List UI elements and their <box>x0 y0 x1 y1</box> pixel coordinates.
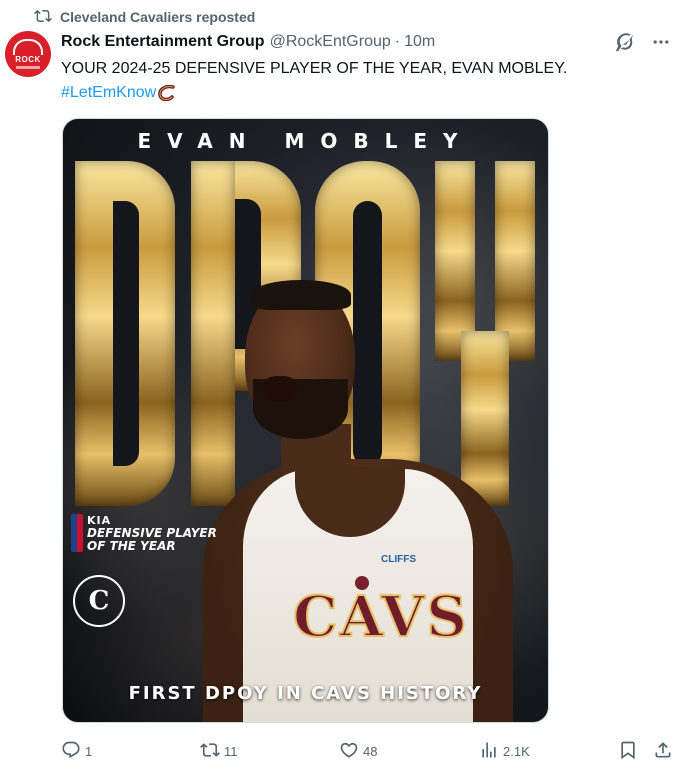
avatar[interactable]: ROCK <box>5 31 51 77</box>
cavs-logo-icon: C <box>73 575 125 627</box>
jersey-wordmark: CAVS <box>292 583 469 651</box>
team-mark: C <box>88 586 110 616</box>
repost-count: 11 <box>224 744 238 759</box>
reply-button[interactable]: 1 <box>61 740 92 763</box>
cavs-emoji-icon <box>157 84 177 101</box>
letter-d <box>75 161 175 506</box>
reply-icon <box>61 740 81 763</box>
tweet-action-bar: 1 11 48 2.1K <box>61 738 676 766</box>
views-count: 2.1K <box>503 744 530 759</box>
tweet-header: Rock Entertainment Group @RockEntGroup ·… <box>61 31 435 53</box>
analytics-icon <box>479 740 499 763</box>
reply-count: 1 <box>85 744 93 759</box>
avatar-text: ROCK <box>15 55 41 64</box>
bookmark-button[interactable] <box>618 740 638 763</box>
views-button[interactable]: 2.1K <box>479 740 530 763</box>
tweet-media-image[interactable]: EVAN MOBLEY CLIFFS CAVS KIA DEFENSIVE PL… <box>62 118 549 723</box>
author-name[interactable]: Rock Entertainment Group <box>61 33 265 51</box>
repost-icon <box>34 7 52 28</box>
share-icon <box>653 740 673 763</box>
like-button[interactable]: 48 <box>339 740 377 763</box>
nba-logo-icon <box>71 514 83 552</box>
heart-icon <box>339 740 359 763</box>
header-actions <box>615 32 671 57</box>
player-name-heading: EVAN MOBLEY <box>137 129 474 153</box>
tweet-timestamp[interactable]: 10m <box>404 33 435 51</box>
repost-label: Cleveland Cavaliers reposted <box>60 9 256 25</box>
player-photo: CLIFFS CAVS <box>203 280 513 722</box>
repost-button[interactable]: 11 <box>200 740 238 763</box>
share-button[interactable] <box>653 740 673 763</box>
media-caption: FIRST DPOY IN CAVS HISTORY <box>128 683 483 704</box>
header-separator: · <box>394 33 401 50</box>
sponsor-patch: CLIFFS <box>381 554 416 565</box>
award-line-2: OF THE YEAR <box>87 539 176 553</box>
hashtag-link[interactable]: #LetEmKnow <box>61 84 156 101</box>
retweet-icon <box>200 740 220 763</box>
bookmark-icon <box>618 740 638 763</box>
award-badge: KIA DEFENSIVE PLAYER OF THE YEAR <box>71 514 217 553</box>
author-handle[interactable]: @RockEntGroup <box>270 33 391 51</box>
tweet-text: YOUR 2024-25 DEFENSIVE PLAYER OF THE YEA… <box>61 57 661 105</box>
tweet-body: YOUR 2024-25 DEFENSIVE PLAYER OF THE YEA… <box>61 60 568 77</box>
more-options-icon[interactable] <box>651 32 671 57</box>
like-count: 48 <box>363 744 378 759</box>
repost-indicator[interactable]: Cleveland Cavaliers reposted <box>34 6 255 28</box>
grok-icon[interactable] <box>615 32 635 57</box>
